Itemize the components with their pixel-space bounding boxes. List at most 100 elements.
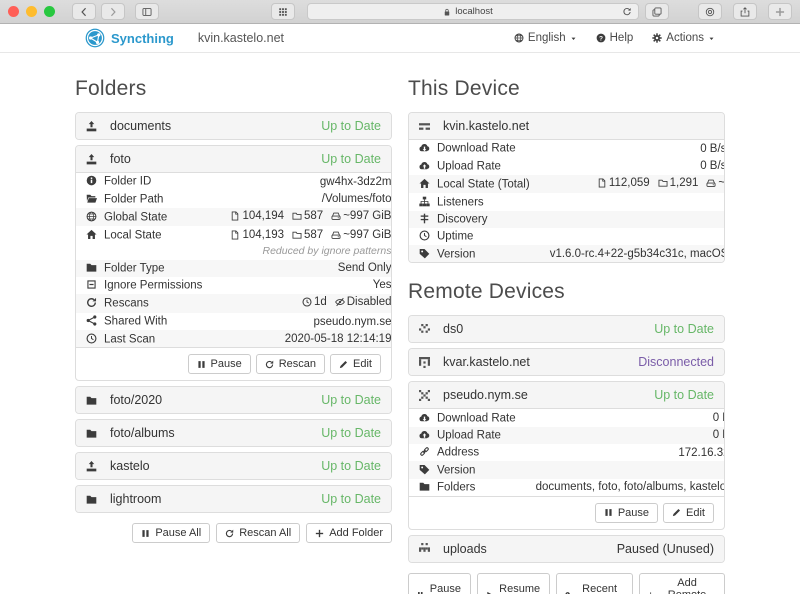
folder-header-foto2020[interactable]: foto/2020 Up to Date xyxy=(76,387,391,413)
folder-icon xyxy=(86,428,97,439)
discovery-value: 4/5 xyxy=(540,211,725,228)
resume-all-button[interactable]: Resume All xyxy=(477,573,550,594)
device-identicon xyxy=(419,543,430,554)
folder-name: documents xyxy=(110,119,321,133)
row-label: Last Scan xyxy=(104,333,155,345)
local-size: ~997 GiB xyxy=(343,229,391,241)
close-window-button[interactable] xyxy=(8,6,19,17)
this-device-title: This Device xyxy=(408,77,725,101)
home-icon xyxy=(419,178,430,189)
info-icon xyxy=(86,175,97,186)
file-icon xyxy=(597,178,607,188)
pause-device-button[interactable]: Pause xyxy=(595,503,658,523)
actions-menu[interactable]: Actions xyxy=(652,32,715,44)
plus-icon xyxy=(315,529,324,538)
table-row: Folders documents, foto, foto/albums, ka… xyxy=(409,479,725,496)
folder-header-lightroom[interactable]: lightroom Up to Date xyxy=(76,486,391,512)
tab-overview-button[interactable] xyxy=(645,3,669,20)
tag-icon xyxy=(419,464,430,475)
device-identicon xyxy=(419,390,430,401)
globe-icon xyxy=(86,211,97,222)
hdd-icon xyxy=(331,211,341,221)
tabs-icon xyxy=(652,7,662,17)
local-files: 112,059 xyxy=(609,177,650,189)
last-scan-value: 2020-05-18 12:14:19 xyxy=(212,330,392,347)
new-tab-button[interactable] xyxy=(768,3,792,20)
pause-button[interactable]: Pause xyxy=(188,354,251,374)
rescan-watcher: Disabled xyxy=(347,296,392,308)
device-header-ds0[interactable]: ds0 Up to Date xyxy=(409,316,724,342)
folders-title: Folders xyxy=(75,77,392,101)
pause-icon xyxy=(141,529,150,538)
folder-path-value: /Volumes/foto xyxy=(212,190,392,207)
reload-icon[interactable] xyxy=(622,7,632,17)
device-name: kvin.kastelo.net xyxy=(443,119,714,133)
minimize-window-button[interactable] xyxy=(26,6,37,17)
device-name: ds0 xyxy=(443,322,654,336)
devices-actions: Pause All Resume All Recent Changes Add … xyxy=(408,573,725,594)
share-button[interactable] xyxy=(733,3,757,20)
rescan-button[interactable]: Rescan xyxy=(256,354,325,374)
folder-panel-fotoalbums: foto/albums Up to Date xyxy=(75,419,392,447)
file-icon xyxy=(230,211,240,221)
folder-details-table: Folder ID gw4hx-3dz2m Folder Path /Volum… xyxy=(76,172,392,347)
folder-name: lightroom xyxy=(110,492,321,506)
caret-down-icon xyxy=(708,35,715,42)
refresh-icon xyxy=(265,360,274,369)
brand-name: Syncthing xyxy=(111,31,174,46)
table-row: Version v1.6.0-rc.4+22-g5b34c31c, macOS … xyxy=(409,245,725,262)
address-bar[interactable]: localhost xyxy=(307,3,639,20)
device-name: uploads xyxy=(443,542,617,556)
download-rate-value: 0 B/s (928 B) xyxy=(540,140,725,158)
back-button[interactable] xyxy=(72,3,96,20)
table-row: Rescans 1dDisabled xyxy=(76,294,392,313)
folder-header-foto[interactable]: foto Up to Date xyxy=(76,146,391,172)
shared-folders-value: documents, foto, foto/albums, kastelo, l… xyxy=(526,479,725,496)
ignore-permissions-value: Yes xyxy=(212,277,392,294)
this-device-table: Download Rate 0 B/s (928 B) Upload Rate … xyxy=(409,139,725,262)
recent-changes-button[interactable]: Recent Changes xyxy=(556,573,633,594)
table-row: Folder ID gw4hx-3dz2m xyxy=(76,173,392,191)
directory-icon xyxy=(658,178,668,188)
device-header-kvar[interactable]: kvar.kastelo.net Disconnected xyxy=(409,349,724,375)
language-menu[interactable]: English xyxy=(514,32,577,44)
folder-status: Up to Date xyxy=(321,459,381,473)
favorites-grid-button[interactable] xyxy=(271,3,295,20)
forward-button[interactable] xyxy=(101,3,125,20)
device-status: Disconnected xyxy=(638,355,714,369)
edit-button[interactable]: Edit xyxy=(330,354,381,374)
this-device-header[interactable]: kvin.kastelo.net xyxy=(409,113,724,139)
folder-header-fotoalbums[interactable]: foto/albums Up to Date xyxy=(76,420,391,446)
header-device-name: kvin.kastelo.net xyxy=(198,31,284,45)
folder-header-kastelo[interactable]: kastelo Up to Date xyxy=(76,453,391,479)
sidebar-toggle-button[interactable] xyxy=(135,3,159,20)
version-value: v1.6.0-rc.4+22-g5b34c31c, macOS (64 bit) xyxy=(540,245,725,262)
folder-name: foto xyxy=(110,152,321,166)
row-label: Ignore Permissions xyxy=(104,280,202,292)
syncthing-brand: Syncthing xyxy=(85,28,174,48)
global-dirs: 587 xyxy=(304,210,323,222)
pause-all-folders-button[interactable]: Pause All xyxy=(132,523,210,543)
upload-rate-value: 0 B/s (980 B) xyxy=(540,157,725,174)
row-label: Folder Type xyxy=(104,262,165,274)
row-label: Uptime xyxy=(437,231,473,243)
page-settings-button[interactable] xyxy=(698,3,722,20)
rescan-all-button[interactable]: Rescan All xyxy=(216,523,300,543)
refresh-icon xyxy=(86,297,97,308)
sidebar-icon xyxy=(142,7,152,17)
pause-all-devices-button[interactable]: Pause All xyxy=(408,573,471,594)
device-header-pseudo[interactable]: pseudo.nym.se Up to Date xyxy=(409,382,724,408)
row-label: Folder Path xyxy=(104,193,163,205)
actions-label: Actions xyxy=(666,32,704,44)
help-menu[interactable]: Help xyxy=(596,32,634,44)
language-label: English xyxy=(528,32,566,44)
folder-header-documents[interactable]: documents Up to Date xyxy=(76,113,391,139)
add-folder-button[interactable]: Add Folder xyxy=(306,523,392,543)
add-remote-device-button[interactable]: Add Remote Device xyxy=(639,573,725,594)
row-label: Download Rate xyxy=(437,143,516,155)
table-row: Global State 104,194587~997 GiB xyxy=(76,208,392,227)
edit-device-button[interactable]: Edit xyxy=(663,503,714,523)
device-header-uploads[interactable]: uploads Paused (Unused) xyxy=(409,536,724,562)
table-row: Listeners 2/2 xyxy=(409,193,725,210)
zoom-window-button[interactable] xyxy=(44,6,55,17)
